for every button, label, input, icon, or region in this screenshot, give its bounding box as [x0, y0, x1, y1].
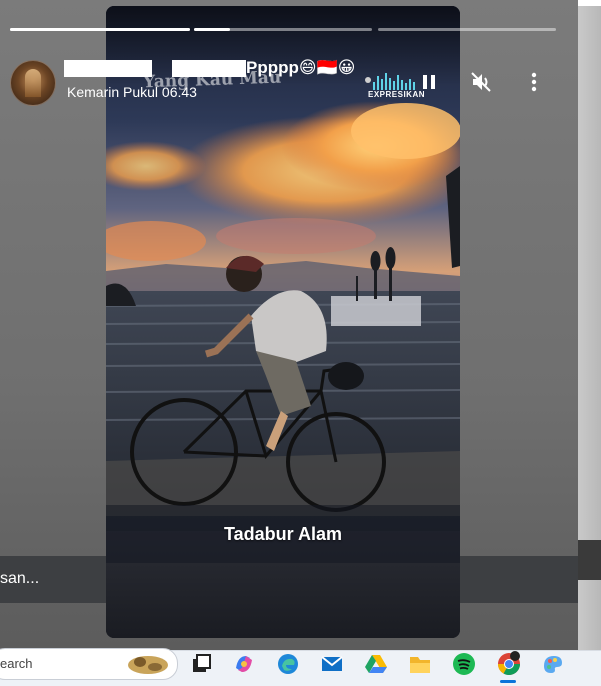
story-progress-3	[378, 28, 556, 31]
chrome-icon[interactable]	[494, 649, 524, 679]
emoji-flag: 🇮🇩	[316, 58, 338, 78]
chrome-active-indicator	[500, 680, 516, 683]
story-progress-1	[10, 28, 190, 31]
task-view-icon[interactable]	[186, 649, 216, 679]
story-timestamp: Kemarin Pukul 06.43	[67, 84, 197, 100]
more-vertical-icon	[531, 72, 537, 92]
spotify-icon[interactable]	[449, 649, 479, 679]
file-explorer-icon[interactable]	[405, 649, 435, 679]
emoji-smile: 😀	[337, 58, 356, 78]
volume-muted-icon	[471, 72, 491, 92]
edge-icon[interactable]	[273, 649, 303, 679]
sound-wave-icon	[365, 73, 415, 90]
pause-button[interactable]	[417, 70, 441, 94]
redacted-name-part	[64, 59, 152, 77]
taskbar-search-label: earch	[0, 656, 33, 671]
more-options-button[interactable]	[522, 70, 546, 94]
emoji-grin: 😄	[298, 58, 317, 78]
pause-icon	[423, 75, 435, 89]
story-caption: Tadabur Alam	[223, 524, 343, 544]
right-edge-dark-strip	[578, 540, 601, 580]
mail-icon[interactable]	[317, 649, 347, 679]
search-highlight-icon[interactable]	[125, 649, 171, 679]
avatar[interactable]	[10, 60, 56, 106]
paint-icon[interactable]	[538, 649, 568, 679]
copilot-icon[interactable]	[229, 649, 259, 679]
mute-button[interactable]	[469, 70, 493, 94]
music-sticker[interactable]: EXPRESIKAN	[365, 70, 425, 100]
right-edge-strip	[578, 0, 601, 650]
story-progress-2	[194, 28, 372, 31]
background-page-text: san...	[0, 570, 40, 587]
avatar-image	[25, 69, 41, 97]
right-edge-white-strip	[578, 0, 601, 6]
google-drive-icon[interactable]	[361, 649, 391, 679]
